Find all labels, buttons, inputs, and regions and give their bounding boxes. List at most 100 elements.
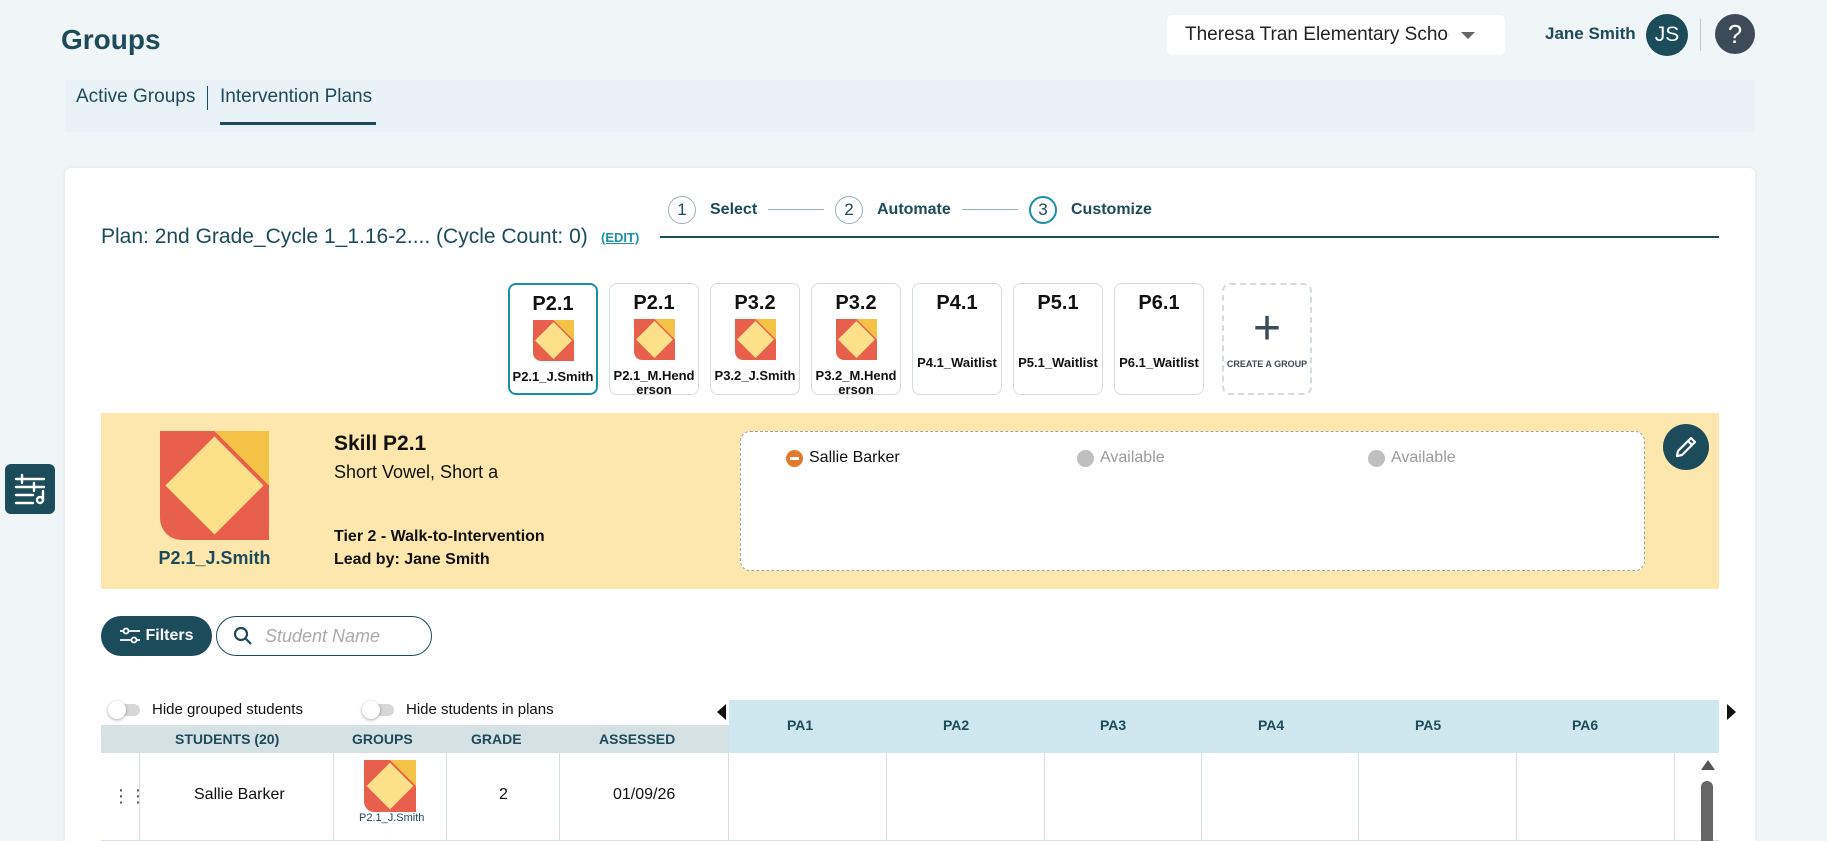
group-card-name: P2.1_M.Henderson [613,368,695,397]
student-search[interactable] [216,616,432,656]
help-icon[interactable]: ? [1715,14,1755,54]
column-header-grade[interactable]: GRADE [471,731,522,747]
tab-intervention-plans[interactable]: Intervention Plans [220,86,372,108]
skill-logo-icon [364,760,416,812]
column-header-pa5[interactable]: PA5 [1415,717,1441,733]
student-slot[interactable]: Sallie Barker [786,449,900,467]
skill-tier: Tier 2 - Walk-to-Intervention [334,528,545,545]
step-label: Select [710,201,758,218]
group-card[interactable]: P2.1 P2.1_M.Henderson [609,283,699,397]
skill-logo-icon [532,320,574,361]
step-number: 3 [1029,196,1057,224]
toggle-switch[interactable] [108,700,140,719]
empty-slot-icon [1368,449,1385,467]
edit-plan-link[interactable]: (EDIT) [601,230,639,245]
skill-logo-icon [734,319,776,360]
tab-active-groups[interactable]: Active Groups [76,86,195,108]
skill-lead: Lead by: Jane Smith [334,551,490,568]
group-card-code: P6.1 [1138,292,1180,314]
step-select[interactable]: 1 Select [668,196,757,224]
student-slots: Sallie Barker Available Available [740,431,1645,571]
school-select[interactable]: Theresa Tran Elementary School [1167,15,1505,55]
group-card-name: P5.1_Waitlist [1018,355,1098,370]
scroll-right-icon[interactable] [1727,704,1736,720]
skill-logo-icon [633,319,675,360]
page-title: Groups [61,24,161,55]
table-cell [1359,753,1517,841]
student-slot[interactable]: Available [1368,449,1456,467]
table-cell [887,753,1045,841]
sliders-icon [14,473,46,505]
group-card[interactable]: P3.2 P3.2_J.Smith [710,283,800,395]
step-automate[interactable]: 2 Automate [835,196,951,224]
group-card-code: P4.1 [936,292,978,314]
group-card[interactable]: P4.1 P4.1_Waitlist [912,283,1002,395]
group-card-name: P6.1_Waitlist [1119,355,1199,370]
group-card[interactable]: P3.2 P3.2_M.Henderson [811,283,901,397]
column-header-pa6[interactable]: PA6 [1572,717,1598,733]
create-group-button[interactable]: + CREATE A GROUP [1222,283,1312,395]
column-header-groups[interactable]: GROUPS [352,731,413,747]
remove-icon[interactable] [786,449,803,467]
column-header-assessed[interactable]: ASSESSED [599,731,675,747]
slot-label: Available [1391,449,1456,466]
skill-group-name: P2.1_J.Smith [158,548,271,568]
toggle-label: Hide students in plans [406,701,554,718]
filter-sliders-icon [120,627,141,644]
slot-label: Sallie Barker [809,449,900,466]
avatar[interactable]: JS [1646,14,1688,56]
group-card-code: P2.1 [532,293,574,315]
scroll-up-icon[interactable] [1701,760,1715,770]
table-cell [1045,753,1202,841]
group-card-code: P3.2 [734,292,776,314]
side-tool-button[interactable] [5,464,55,514]
column-header-students[interactable]: STUDENTS (20) [175,731,279,747]
group-card-name: P3.2_M.Henderson [815,368,897,397]
drag-handle-icon[interactable]: ⋮⋮ [112,786,147,807]
group-card-name: P2.1_J.Smith [512,369,594,384]
chevron-down-icon [1461,31,1475,39]
column-header-pa3[interactable]: PA3 [1100,717,1126,733]
group-card[interactable]: P5.1 P5.1_Waitlist [1013,283,1103,395]
school-select-value: Theresa Tran Elementary School [1185,24,1449,45]
column-header-pa4[interactable]: PA4 [1258,717,1284,733]
header-divider [1700,19,1701,51]
skill-logo-icon [835,319,877,360]
group-card-code: P2.1 [633,292,675,314]
plus-icon: + [1252,302,1282,355]
vertical-scrollbar[interactable] [1701,781,1713,841]
filters-label: Filters [145,627,194,644]
student-group: P2.1_J.Smith [359,812,425,824]
student-slot[interactable]: Available [1077,449,1165,467]
student-name[interactable]: Sallie Barker [194,786,285,804]
skill-logo-icon [160,431,269,540]
group-card-name: P4.1_Waitlist [917,355,997,370]
table-cell [1517,753,1675,841]
column-header-pa1[interactable]: PA1 [787,717,813,733]
student-assessed-date: 01/09/26 [613,786,676,803]
plan-title: Plan: 2nd Grade_Cycle 1_1.16-2.... (Cycl… [101,225,588,248]
group-card-code: P5.1 [1037,292,1079,314]
column-header-pa2[interactable]: PA2 [943,717,969,733]
pencil-icon [1675,436,1697,458]
plan-title-rule [660,236,1719,238]
hide-in-plans-toggle[interactable]: Hide students in plans [362,700,554,719]
active-tab-indicator [220,122,376,125]
step-number: 1 [668,196,696,224]
user-name: Jane Smith [1545,24,1636,43]
toggle-switch[interactable] [362,700,394,719]
hide-grouped-toggle[interactable]: Hide grouped students [108,700,303,719]
step-label: Customize [1071,201,1152,218]
scroll-left-icon[interactable] [717,704,726,720]
edit-group-button[interactable] [1663,424,1709,470]
slot-label: Available [1100,449,1165,466]
skill-title: Skill P2.1 [334,432,427,455]
step-connector [768,209,824,210]
table-cell [729,753,887,841]
step-number: 2 [835,196,863,224]
step-customize[interactable]: 3 Customize [1029,196,1152,224]
group-card[interactable]: P6.1 P6.1_Waitlist [1114,283,1204,395]
search-input[interactable] [265,625,425,647]
filters-button[interactable]: Filters [101,616,212,656]
group-card[interactable]: P2.1 P2.1_J.Smith [508,283,598,395]
